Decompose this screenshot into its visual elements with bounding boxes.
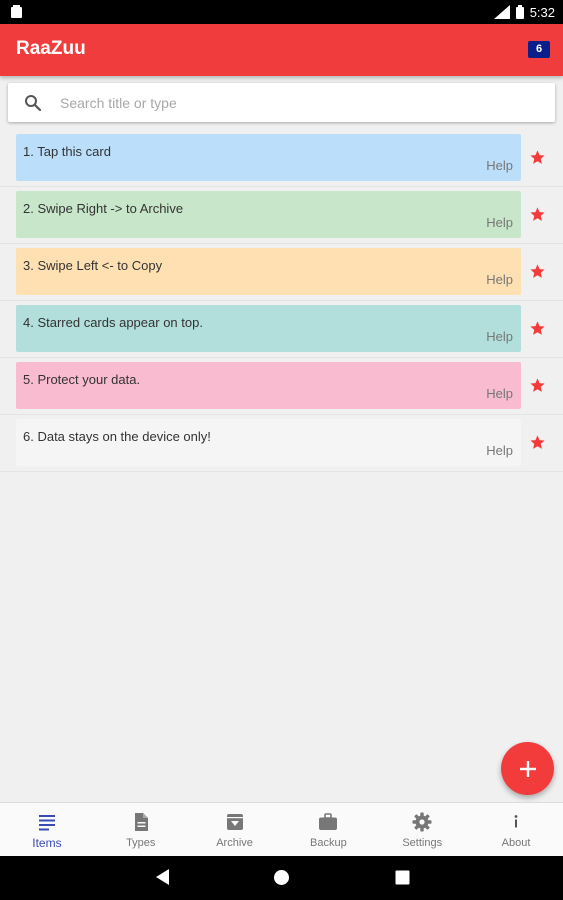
card-type-label: Help: [486, 443, 513, 458]
add-item-button[interactable]: [501, 742, 554, 795]
app-bar: RaaZuu 6: [0, 24, 563, 76]
status-time: 5:32: [529, 4, 555, 20]
nav-archive[interactable]: Archive: [188, 803, 282, 856]
battery-icon: [515, 5, 524, 19]
star-icon[interactable]: [529, 206, 546, 223]
nav-label: About: [501, 837, 531, 849]
notification-icon: [11, 5, 22, 18]
card-type-label: Help: [486, 272, 513, 287]
star-icon[interactable]: [529, 434, 546, 451]
app-title: RaaZuu: [16, 38, 86, 59]
nav-label: Items: [32, 836, 62, 850]
status-bar: 5:32: [0, 0, 563, 24]
system-nav-bar: [0, 856, 563, 900]
card[interactable]: 1. Tap this card Help: [16, 134, 521, 181]
search-box[interactable]: [8, 83, 555, 122]
search-icon: [25, 95, 42, 112]
search-input[interactable]: [60, 83, 540, 122]
nav-label: Settings: [402, 837, 443, 849]
card-title: 5. Protect your data.: [23, 372, 141, 387]
star-icon[interactable]: [529, 320, 546, 337]
home-icon[interactable]: [273, 869, 290, 886]
nav-types[interactable]: Types: [94, 803, 188, 856]
card[interactable]: 3. Swipe Left <- to Copy Help: [16, 248, 521, 295]
card[interactable]: 6. Data stays on the device only! Help: [16, 419, 521, 466]
card-title: 6. Data stays on the device only!: [23, 429, 211, 444]
nav-label: Types: [126, 837, 156, 849]
star-icon[interactable]: [529, 263, 546, 280]
recents-icon[interactable]: [395, 870, 410, 885]
briefcase-icon: [319, 813, 338, 830]
list-item: 2. Swipe Right -> to Archive Help: [0, 187, 563, 244]
count-badge[interactable]: 6: [528, 41, 550, 58]
card-type-label: Help: [486, 386, 513, 401]
card-title: 3. Swipe Left <- to Copy: [23, 258, 163, 273]
bottom-nav: Items Types Archive Backup Settings Abou…: [0, 802, 563, 856]
star-icon[interactable]: [529, 149, 546, 166]
star-icon[interactable]: [529, 377, 546, 394]
plus-icon: [519, 760, 536, 777]
card-title: 2. Swipe Right -> to Archive: [23, 201, 184, 216]
list-item: 1. Tap this card Help: [0, 130, 563, 187]
list-icon: [38, 815, 55, 831]
list-item: 4. Starred cards appear on top. Help: [0, 301, 563, 358]
nav-backup[interactable]: Backup: [281, 803, 375, 856]
list-item: 5. Protect your data. Help: [0, 358, 563, 415]
info-icon: [514, 815, 518, 828]
card[interactable]: 2. Swipe Right -> to Archive Help: [16, 191, 521, 238]
nav-settings[interactable]: Settings: [375, 803, 469, 856]
card-type-label: Help: [486, 215, 513, 230]
archive-icon: [226, 814, 243, 830]
nav-about[interactable]: About: [469, 803, 563, 856]
nav-label: Archive: [216, 837, 253, 849]
document-icon: [134, 813, 148, 831]
back-icon[interactable]: [155, 868, 171, 886]
card[interactable]: 4. Starred cards appear on top. Help: [16, 305, 521, 352]
card[interactable]: 5. Protect your data. Help: [16, 362, 521, 409]
signal-icon: [493, 5, 510, 19]
card-title: 1. Tap this card: [23, 144, 111, 159]
list-item: 3. Swipe Left <- to Copy Help: [0, 244, 563, 301]
card-type-label: Help: [486, 158, 513, 173]
card-title: 4. Starred cards appear on top.: [23, 315, 203, 330]
list-item: 6. Data stays on the device only! Help: [0, 415, 563, 472]
card-list: 1. Tap this card Help 2. Swipe Right -> …: [0, 130, 563, 472]
card-type-label: Help: [486, 329, 513, 344]
nav-items[interactable]: Items: [0, 803, 94, 856]
nav-label: Backup: [310, 837, 347, 849]
gear-icon: [412, 812, 432, 832]
